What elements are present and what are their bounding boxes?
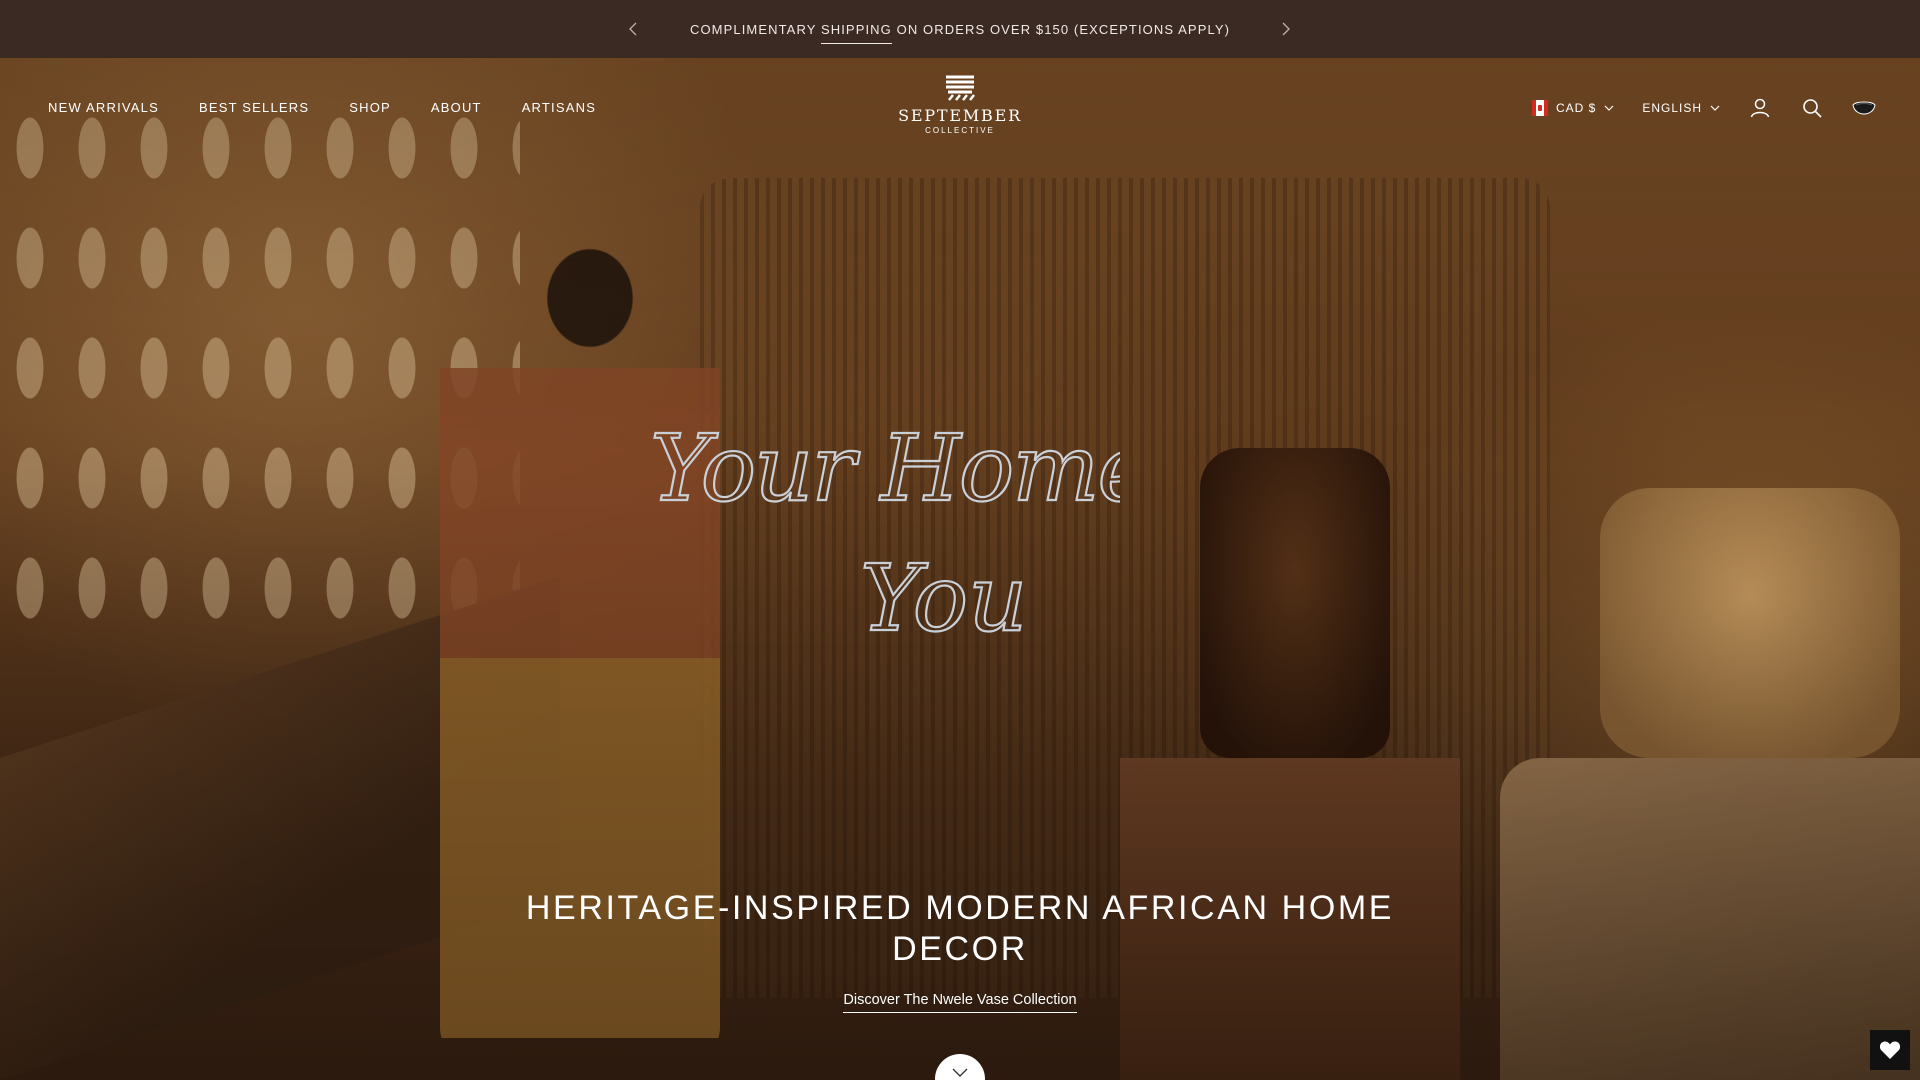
nav-best-sellers[interactable]: BEST SELLERS [199,100,309,115]
script-line-1: Your Home. [650,415,1120,522]
announcement-prefix: Complimentary [689,21,821,37]
account-icon [1750,98,1770,118]
chevron-down-icon [1604,105,1614,111]
discover-collection-link[interactable]: Discover The Nwele Vase Collection [843,992,1077,1013]
currency-label: CAD $ [1555,101,1597,115]
wishlist-button[interactable] [1870,1030,1910,1070]
logo-subtitle: COLLECTIVE [925,126,995,135]
cart-button[interactable] [1852,96,1876,120]
announcement-prev-button[interactable] [622,18,644,40]
chevron-right-icon [1282,22,1290,36]
chevron-left-icon [629,22,637,36]
shipping-link[interactable]: shipping [820,21,892,44]
nav-new-arrivals[interactable]: NEW ARRIVALS [48,100,159,115]
heart-icon [1879,1041,1901,1059]
nav-artisans[interactable]: ARTISANS [522,100,596,115]
script-headline: Your Home. You [649,414,1120,653]
canada-flag-icon [1531,100,1548,116]
search-button[interactable] [1800,96,1824,120]
announcement-text: Complimentary shipping on orders over $1… [689,21,1231,44]
language-selector[interactable]: ENGLISH [1642,101,1720,115]
main-nav: NEW ARRIVALS BEST SELLERS SHOP ABOUT ART… [48,100,596,115]
chevron-down-icon [952,1068,968,1077]
search-icon [1803,99,1822,118]
logo-mark-icon [946,75,975,101]
language-label: ENGLISH [1642,101,1702,115]
currency-selector[interactable]: CAD $ [1531,100,1614,116]
announcement-bar: Complimentary shipping on orders over $1… [0,0,1920,58]
site-logo[interactable]: SEPTEMBER COLLECTIVE [898,74,1022,146]
logo-name: SEPTEMBER [898,106,1022,125]
hero-headline: HERITAGE-INSPIRED MODERN AFRICAN HOME DE… [525,889,1395,968]
script-line-2: You [860,545,1027,652]
announcement-next-button[interactable] [1275,18,1297,40]
account-button[interactable] [1748,96,1772,120]
chevron-down-icon [1710,105,1720,111]
nav-shop[interactable]: SHOP [349,100,391,115]
cart-icon [1852,101,1876,115]
announcement-suffix: on orders over $150 (exceptions apply) [891,21,1231,37]
header-utilities: CAD $ ENGLISH [1531,96,1876,120]
nav-about[interactable]: ABOUT [431,100,482,115]
